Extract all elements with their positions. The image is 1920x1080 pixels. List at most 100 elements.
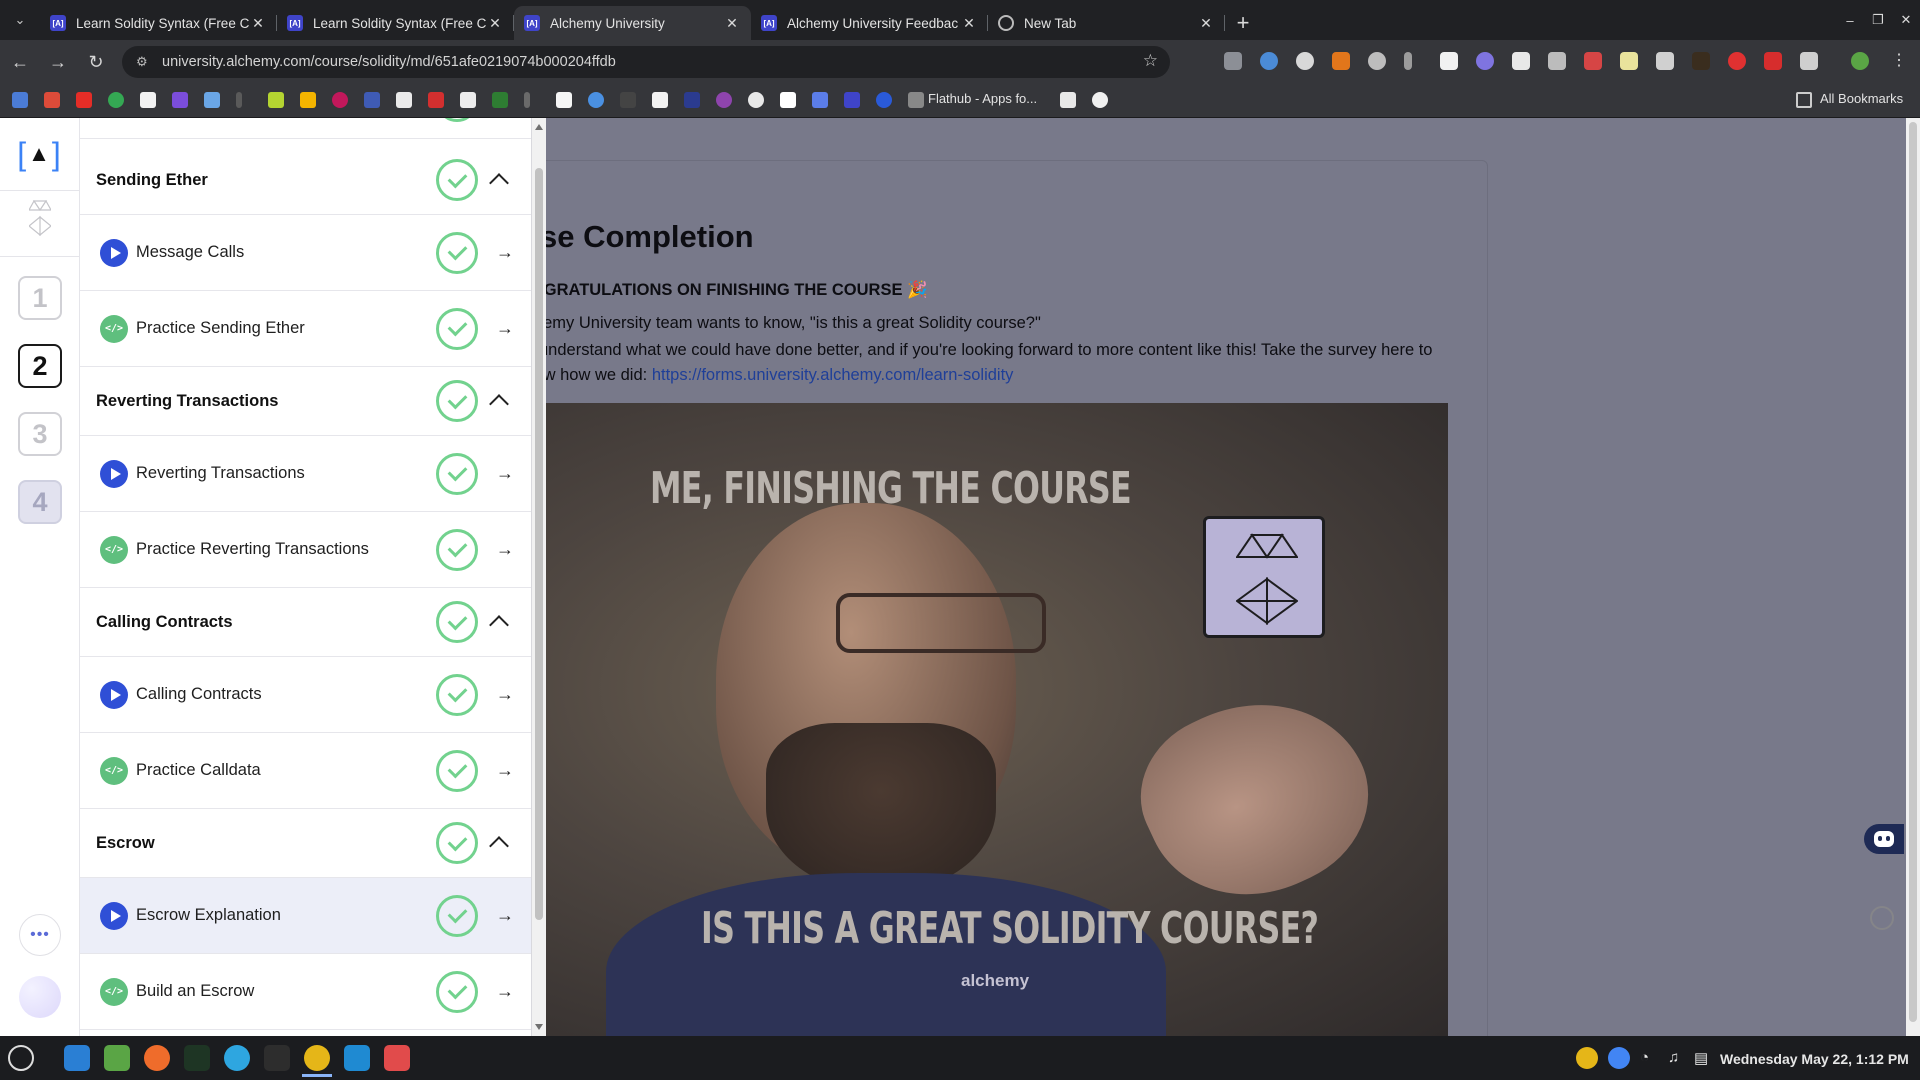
bookmark-icon[interactable] <box>236 92 242 108</box>
lesson-item[interactable]: </> Practice Calldata → <box>80 733 531 809</box>
bookmark-icon[interactable] <box>204 92 220 108</box>
page-scrollbar[interactable] <box>1906 118 1920 1036</box>
section-header-escrow[interactable]: Escrow <box>80 809 531 878</box>
close-window-icon[interactable]: ✕ <box>1892 0 1920 40</box>
linux-mint-menu-icon[interactable] <box>8 1045 34 1071</box>
scroll-up-arrow-icon[interactable] <box>535 124 543 130</box>
bookmark-star-icon[interactable]: ☆ <box>1143 51 1158 71</box>
metamask-icon[interactable] <box>1332 52 1350 70</box>
chevron-up-icon[interactable] <box>489 615 509 635</box>
chevron-up-icon[interactable] <box>489 836 509 856</box>
drive-icon[interactable] <box>300 92 316 108</box>
lesson-item[interactable]: Calling Contracts → <box>80 657 531 733</box>
extension-icon[interactable] <box>1764 52 1782 70</box>
bookmark-icon[interactable] <box>1060 92 1076 108</box>
bookmark-icon[interactable] <box>460 92 476 108</box>
arrow-right-icon[interactable]: → <box>496 242 514 263</box>
extension-icon[interactable] <box>1224 52 1242 70</box>
profile-avatar-icon[interactable] <box>1851 52 1869 70</box>
camera-icon[interactable] <box>1548 52 1566 70</box>
close-tab-icon[interactable]: ✕ <box>723 14 741 32</box>
browser-tab[interactable]: New Tab ✕ <box>988 6 1225 40</box>
bookmark-icon[interactable] <box>172 92 188 108</box>
clock[interactable]: Wednesday May 22, 1:12 PM <box>1720 1051 1909 1067</box>
close-tab-icon[interactable]: ✕ <box>486 14 504 32</box>
clipboard-icon[interactable]: ▤ <box>1694 1049 1708 1067</box>
list-item-partial[interactable] <box>80 118 531 139</box>
chat-bot-icon[interactable] <box>1864 824 1904 854</box>
arrow-right-icon[interactable]: → <box>496 981 514 1002</box>
arrow-right-icon[interactable]: → <box>496 318 514 339</box>
section-header-sending-ether[interactable]: Sending Ether <box>80 146 531 215</box>
bookmark-icon[interactable] <box>588 92 604 108</box>
bookmark-icon[interactable] <box>748 92 764 108</box>
step-4[interactable]: 4 <box>18 480 62 524</box>
extension-icon[interactable] <box>1440 52 1458 70</box>
restore-icon[interactable]: ❐ <box>1864 0 1892 40</box>
scroll-down-arrow-icon[interactable] <box>535 1024 543 1030</box>
bookmark-icon[interactable] <box>396 92 412 108</box>
bookmark-icon[interactable] <box>332 92 348 108</box>
chevron-up-icon[interactable] <box>489 394 509 414</box>
bookmark-icon[interactable] <box>1092 92 1108 108</box>
lesson-item[interactable]: </> Practice Sending Ether → <box>80 291 531 367</box>
bookmark-icon[interactable] <box>492 92 508 108</box>
section-header-calling-contracts[interactable]: Calling Contracts <box>80 588 531 657</box>
browser-tab[interactable]: [A] Learn Soldity Syntax (Free C ✕ <box>40 6 277 40</box>
solidity-logo-icon[interactable] <box>29 200 51 236</box>
maps-icon[interactable] <box>108 92 124 108</box>
bookmark-icon[interactable] <box>524 92 530 108</box>
wifi-icon[interactable]: ◔ <box>1640 1049 1649 1066</box>
extension-icon[interactable] <box>1476 52 1494 70</box>
lesson-list-scrollbar[interactable] <box>532 118 546 1036</box>
scrollbar-thumb[interactable] <box>535 168 543 920</box>
extension-icon[interactable] <box>1368 52 1386 70</box>
avatar[interactable] <box>19 976 61 1018</box>
firefox-icon[interactable] <box>144 1045 170 1071</box>
bookmark-icon[interactable] <box>428 92 444 108</box>
terminal-icon[interactable] <box>264 1045 290 1071</box>
bookmark-flathub[interactable]: Flathub - Apps fo... <box>928 91 1037 106</box>
chevron-up-icon[interactable] <box>489 173 509 193</box>
back-arrow-icon[interactable]: ← <box>2 44 38 80</box>
extension-icon[interactable] <box>1728 52 1746 70</box>
extension-icon[interactable] <box>1656 52 1674 70</box>
new-tab-button[interactable]: + <box>1225 6 1261 40</box>
lesson-item[interactable]: </> Build an Escrow → <box>80 954 531 1030</box>
notion-icon[interactable] <box>140 92 156 108</box>
extension-icon[interactable] <box>1584 52 1602 70</box>
extension-icon[interactable] <box>1260 52 1278 70</box>
chrome-icon[interactable] <box>304 1045 330 1071</box>
tab-search-chevron-icon[interactable]: ⌄ <box>0 0 40 40</box>
arrow-right-icon[interactable]: → <box>496 760 514 781</box>
bookmark-icon[interactable] <box>684 92 700 108</box>
bookmark-icon[interactable] <box>556 92 572 108</box>
arrow-right-icon[interactable]: → <box>496 905 514 926</box>
fingerprint-icon[interactable] <box>1870 906 1894 930</box>
lesson-item[interactable]: </> Practice Reverting Transactions → <box>80 512 531 588</box>
address-bar[interactable]: ⚙ university.alchemy.com/course/solidity… <box>122 46 1170 78</box>
close-tab-icon[interactable]: ✕ <box>1197 14 1215 32</box>
extension-icon[interactable] <box>1404 52 1412 70</box>
bookmark-icon[interactable] <box>780 92 796 108</box>
extension-icon[interactable] <box>1296 52 1314 70</box>
bookmark-icon[interactable] <box>364 92 380 108</box>
music-note-icon[interactable]: ♫ <box>1668 1049 1679 1066</box>
extension-icon[interactable] <box>1620 52 1638 70</box>
all-bookmarks-button[interactable]: All Bookmarks <box>1820 91 1903 106</box>
youtube-icon[interactable] <box>76 92 92 108</box>
browser-tab-active[interactable]: [A] Alchemy University ✕ <box>514 6 751 40</box>
more-options-icon[interactable]: ••• <box>19 914 61 956</box>
bookmark-icon[interactable] <box>652 92 668 108</box>
chrome-tray-icon[interactable] <box>1608 1047 1630 1069</box>
flathub-icon[interactable] <box>908 92 924 108</box>
system-monitor-icon[interactable] <box>184 1045 210 1071</box>
puzzle-extensions-icon[interactable] <box>1800 52 1818 70</box>
bookmark-icon[interactable] <box>12 92 28 108</box>
extension-icon[interactable] <box>1692 52 1710 70</box>
menu-kebab-icon[interactable]: ⋮ <box>1890 52 1908 70</box>
minimize-icon[interactable]: – <box>1836 0 1864 40</box>
browser-tab[interactable]: [A] Alchemy University Feedbac ✕ <box>751 6 988 40</box>
close-tab-icon[interactable]: ✕ <box>960 14 978 32</box>
bluetooth-icon[interactable] <box>64 1045 90 1071</box>
